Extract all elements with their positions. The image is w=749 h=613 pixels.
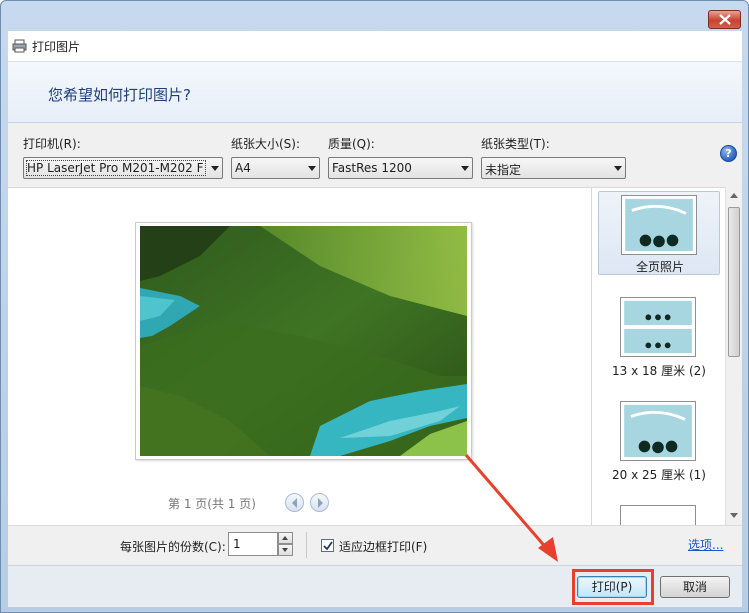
layout-scrollbar[interactable] <box>725 187 742 525</box>
printer-value: HP LaserJet Pro M201-M202 F <box>26 160 206 176</box>
next-page-button[interactable] <box>310 493 329 512</box>
chevron-down-icon <box>614 166 622 171</box>
layout-label: 全页照片 <box>635 260 684 274</box>
paper-type-label: 纸张类型(T): <box>481 137 550 151</box>
chevron-down-icon <box>461 166 469 171</box>
print-options-bar: 打印机(R): HP LaserJet Pro M201-M202 F 纸张大小… <box>8 123 742 187</box>
chevron-down-icon <box>282 548 288 552</box>
layout-list: 全页照片 13 x 18 厘米 (2) 20 x 25 厘米 (1) <box>591 187 725 525</box>
header-question: 您希望如何打印图片? <box>48 86 191 104</box>
copies-input[interactable]: 1 <box>228 532 278 556</box>
paper-type-value: 未指定 <box>485 163 522 177</box>
quality-value: FastRes 1200 <box>332 161 412 175</box>
print-dialog-window: 打印图片 您希望如何打印图片? 打印机(R): HP LaserJet Pro … <box>0 0 749 613</box>
printer-label: 打印机(R): <box>23 137 81 151</box>
printer-select[interactable]: HP LaserJet Pro M201-M202 F <box>23 157 223 179</box>
fit-frame-label[interactable]: 适应边框打印(F) <box>339 538 427 555</box>
chevron-down-icon <box>211 166 219 171</box>
scroll-up-icon[interactable] <box>730 193 738 198</box>
copies-bar: 每张图片的份数(C): 1 适应边框打印(F) 选项... <box>8 525 742 565</box>
layout-thumbnail <box>621 195 697 255</box>
landscape-photo <box>140 226 467 456</box>
close-button[interactable] <box>708 10 741 29</box>
help-icon[interactable]: ? <box>720 145 737 162</box>
copies-value: 1 <box>233 537 241 551</box>
layout-13x18[interactable]: 13 x 18 厘米 (2) <box>598 296 720 380</box>
layout-thumbnail <box>620 401 696 461</box>
previous-page-button[interactable] <box>285 493 304 512</box>
layout-20x25[interactable]: 20 x 25 厘米 (1) <box>598 400 720 484</box>
cancel-button[interactable]: 取消 <box>660 576 730 598</box>
preview-page <box>135 222 472 460</box>
close-icon <box>719 14 731 25</box>
layout-thumbnail <box>620 505 696 525</box>
options-link[interactable]: 选项... <box>688 536 723 553</box>
annotation-highlight-box <box>572 569 654 605</box>
layout-label: 13 x 18 厘米 (2) <box>612 364 706 378</box>
dialog-footer: 打印(P) 取消 <box>8 565 742 607</box>
layout-next-partial[interactable] <box>598 504 720 525</box>
layout-full-page[interactable]: 全页照片 <box>598 191 720 275</box>
scroll-thumb[interactable] <box>728 207 740 357</box>
chevron-up-icon <box>282 536 288 540</box>
paper-size-label: 纸张大小(S): <box>231 137 301 151</box>
chevron-down-icon <box>308 166 316 171</box>
layout-thumbnail <box>620 297 696 357</box>
fit-frame-checkbox[interactable] <box>321 539 334 552</box>
arrow-left-icon <box>292 498 297 508</box>
layout-label: 20 x 25 厘米 (1) <box>612 468 706 482</box>
paper-type-select[interactable]: 未指定 <box>481 157 626 179</box>
checkmark-icon <box>323 541 333 551</box>
paper-size-value: A4 <box>235 161 251 175</box>
title-bar: 打印图片 <box>8 31 742 61</box>
scroll-down-icon[interactable] <box>730 513 738 518</box>
copies-increment-button[interactable] <box>278 532 293 544</box>
paper-size-select[interactable]: A4 <box>231 157 320 179</box>
printer-icon <box>12 39 27 53</box>
copies-decrement-button[interactable] <box>278 544 293 556</box>
print-preview-pane: 第 1 页(共 1 页) <box>8 187 591 525</box>
dialog-header: 您希望如何打印图片? <box>8 61 742 123</box>
window-title: 打印图片 <box>32 40 81 54</box>
divider <box>306 532 307 558</box>
page-indicator: 第 1 页(共 1 页) <box>168 497 256 511</box>
quality-label: 质量(Q): <box>328 137 375 151</box>
copies-label: 每张图片的份数(C): <box>120 540 226 554</box>
arrow-right-icon <box>318 498 323 508</box>
quality-select[interactable]: FastRes 1200 <box>328 157 473 179</box>
